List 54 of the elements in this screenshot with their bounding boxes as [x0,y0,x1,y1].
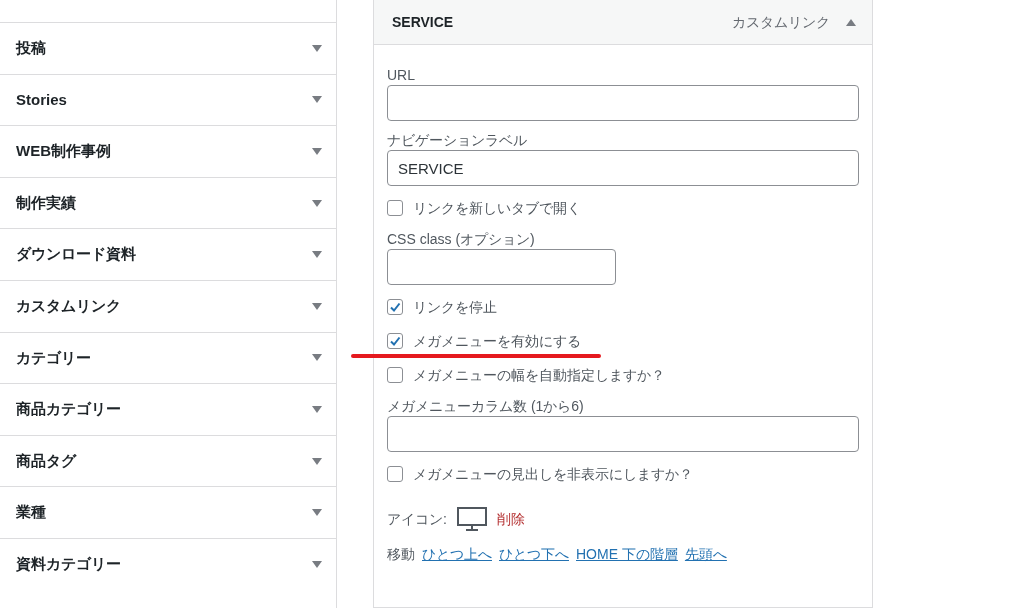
checkbox[interactable] [387,466,403,482]
text-field[interactable] [387,249,616,285]
field-label: URL [387,66,416,84]
text-field[interactable] [387,416,859,452]
move-link[interactable]: ひとつ下へ [499,544,569,565]
expand-arrow-icon [312,354,322,362]
section-title: カスタムリンク [16,296,121,316]
section-title: 商品カテゴリー [16,399,121,420]
expand-arrow-icon [312,44,322,52]
section-title: 商品タグ [16,450,76,471]
section-title: 資料カテゴリー [16,554,121,574]
icon-label: アイコン: [387,509,447,529]
monitor-icon[interactable] [456,507,487,531]
section-title: 業種 [16,502,46,523]
expand-arrow-icon [312,405,322,413]
move-label: 移動 [387,545,415,564]
remove-link[interactable]: 削除 [496,508,525,530]
checkbox-label: メガメニューの幅を自動指定しますか？ [413,365,665,385]
expand-arrow-icon [312,302,322,310]
collapse-arrow-icon [846,18,856,26]
expand-arrow-icon [312,560,322,568]
section-title: Stories [16,89,67,110]
field-label: メガメニューカラム数 (1から6) [387,397,585,415]
expand-arrow-icon [312,199,322,207]
move-link[interactable]: ひとつ上へ [422,544,492,565]
checkbox-label: リンクを停止 [413,297,497,317]
move-link[interactable]: 先頭へ [684,544,727,565]
field-label: ナビゲーションラベル [387,131,528,149]
expand-arrow-icon [312,251,322,259]
checkbox-label: メガメニューを有効にする [413,331,581,351]
expand-arrow-icon [312,457,322,465]
checkmark-icon [389,335,401,347]
menu-item-header[interactable]: SERVICE カスタムリンク [373,0,873,45]
checkbox[interactable] [387,299,403,315]
expand-arrow-icon [312,96,322,104]
menu-item-title: SERVICE [392,12,455,32]
expand-arrow-icon [312,509,322,517]
section-title: ダウンロード資料 [16,244,136,265]
checkbox[interactable] [387,200,403,216]
checkmark-icon [389,301,401,313]
menu-item-type: カスタムリンク [732,12,830,32]
checkbox[interactable] [387,367,403,383]
checkbox[interactable] [387,333,403,349]
checkbox-label: メガメニューの見出しを非表示にしますか？ [413,464,693,484]
text-field[interactable] [387,85,859,121]
section-title: カテゴリー [16,347,91,368]
expand-arrow-icon [312,148,322,155]
field-label: CSS class (オプション) [387,230,536,248]
section-title: 制作実績 [16,192,76,213]
text-field[interactable]: SERVICE [387,150,859,186]
section-title: WEB制作事例 [16,141,111,162]
move-link[interactable]: HOME 下の階層 [576,544,678,565]
section-title: 投稿 [16,38,46,59]
checkbox-label: リンクを新しいタブで開く [413,198,581,218]
